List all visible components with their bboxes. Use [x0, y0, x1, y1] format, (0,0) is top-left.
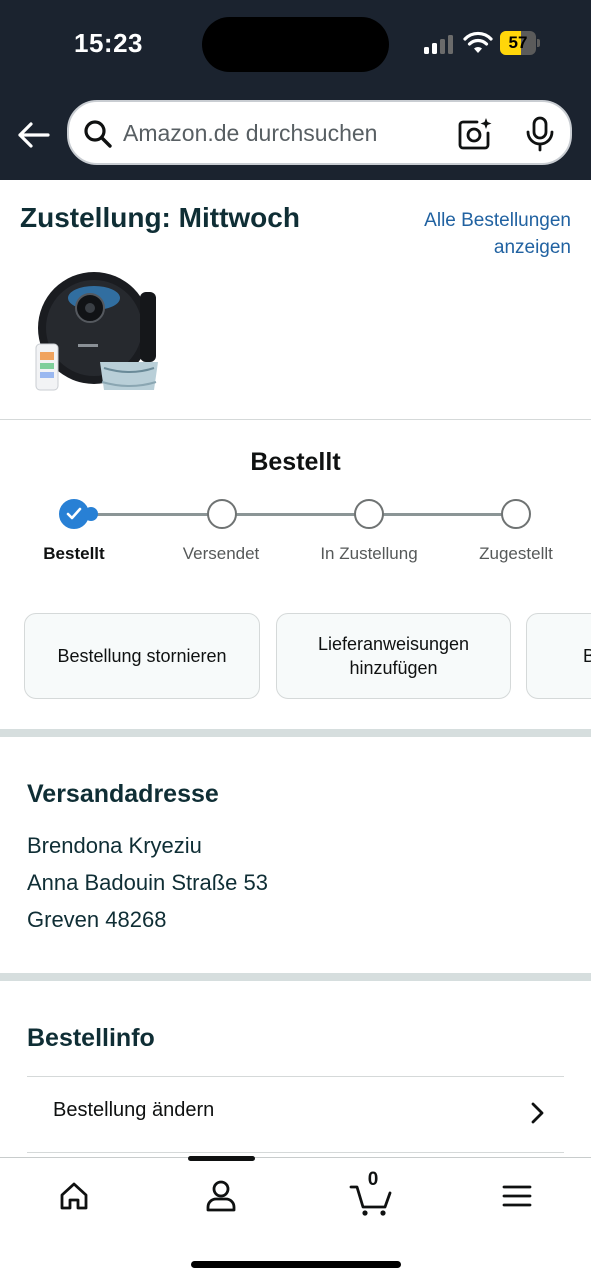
microphone-icon[interactable] — [525, 116, 555, 152]
change-order-label: Bestellung ändern — [53, 1099, 215, 1121]
cart-count: 0 — [367, 1169, 379, 1190]
nav-cart[interactable]: 0 — [346, 1169, 396, 1218]
battery-percent: 57 — [508, 33, 528, 52]
cancel-order-button[interactable]: Bestellung stornieren — [24, 613, 260, 699]
dynamic-island — [202, 17, 389, 72]
all-orders-link[interactable]: Alle Bestellungen anzeigen — [391, 207, 571, 261]
row-divider — [27, 1152, 564, 1153]
tracker-label-out-for-delivery: In Zustellung — [320, 544, 418, 563]
home-icon — [60, 1182, 88, 1210]
delivery-title: Zustellung: Mittwoch — [20, 202, 300, 233]
wifi-icon — [463, 31, 493, 53]
tracker-progress-dot — [84, 507, 98, 521]
nav-home[interactable] — [49, 1174, 99, 1218]
section-divider — [0, 973, 591, 981]
nav-menu[interactable] — [492, 1174, 542, 1218]
address-city: Greven 48268 — [27, 907, 167, 932]
hamburger-menu-icon — [502, 1185, 532, 1207]
order-info-title: Bestellinfo — [27, 1024, 155, 1052]
back-button[interactable] — [14, 116, 52, 154]
active-tab-indicator — [188, 1156, 255, 1161]
address-street: Anna Badouin Straße 53 — [27, 870, 268, 895]
arrow-left-icon — [18, 122, 50, 148]
search-bar[interactable] — [67, 100, 572, 165]
tracker-label-ordered: Bestellt — [43, 544, 105, 563]
tracker-label-shipped: Versendet — [182, 544, 260, 563]
user-icon — [206, 1180, 236, 1212]
tracker-title: Bestellt — [250, 448, 341, 476]
home-indicator — [191, 1261, 401, 1268]
cellular-signal-icon — [424, 34, 454, 54]
tracker-label-delivered: Zugestellt — [479, 544, 553, 563]
shipping-address-title: Versandadresse — [27, 780, 219, 808]
checkmark-icon — [66, 507, 82, 520]
add-delivery-instructions-button[interactable]: Lieferanweisungen hinzufügen — [276, 613, 511, 699]
chevron-right-icon — [531, 1102, 544, 1124]
camera-scan-icon[interactable] — [457, 117, 493, 151]
battery-indicator: 57 — [500, 31, 540, 55]
tracker-step-delivered — [501, 499, 531, 529]
tracker-line — [96, 513, 502, 516]
section-divider — [0, 729, 591, 737]
third-action-button[interactable]: B — [526, 613, 591, 699]
robot-vacuum-product-image[interactable] — [32, 272, 160, 396]
nav-account[interactable] — [196, 1174, 246, 1218]
search-input[interactable] — [123, 112, 443, 154]
address-name: Brendona Kryeziu — [27, 833, 202, 858]
tracker-step-out-for-delivery — [354, 499, 384, 529]
tracker-step-shipped — [207, 499, 237, 529]
magnifier-icon — [84, 120, 112, 148]
order-actions-scroller[interactable]: Bestellung stornieren Lieferanweisungen … — [0, 612, 591, 702]
status-time: 15:23 — [74, 28, 143, 58]
section-divider — [0, 419, 591, 420]
app-header: 15:23 57 — [0, 0, 591, 180]
change-order-row[interactable]: Bestellung ändern — [27, 1077, 564, 1153]
